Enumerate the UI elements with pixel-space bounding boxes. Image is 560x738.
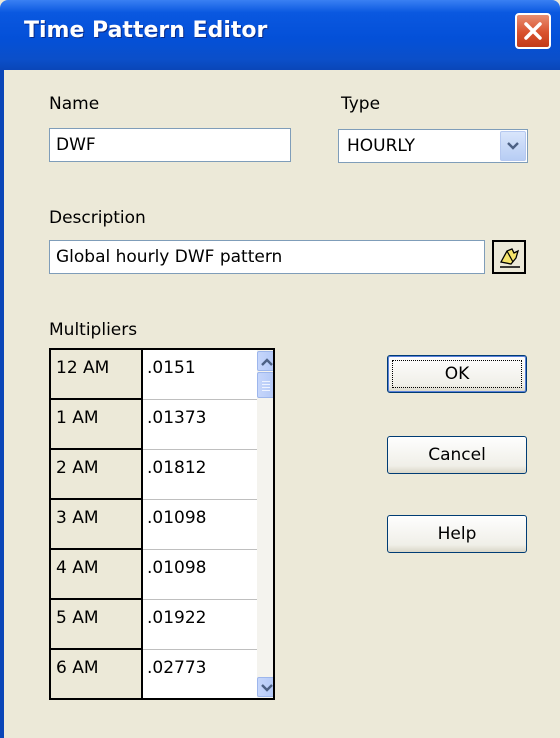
multiplier-cell[interactable]: .01098 <box>143 550 257 600</box>
ok-button[interactable]: OK <box>387 355 527 393</box>
scroll-up-button[interactable] <box>257 351 273 371</box>
window-title: Time Pattern Editor <box>24 18 268 43</box>
multiplier-cell[interactable]: .01922 <box>143 600 257 650</box>
close-button[interactable] <box>515 13 551 49</box>
chevron-down-icon <box>261 684 273 692</box>
focus-ring <box>392 360 522 388</box>
cancel-button-label: Cancel <box>428 445 486 465</box>
description-field[interactable]: Global hourly DWF pattern <box>49 240 485 274</box>
multipliers-label: Multipliers <box>49 320 138 340</box>
scroll-thumb[interactable] <box>257 372 273 398</box>
type-select-value: HOURLY <box>347 136 416 156</box>
multiplier-cell[interactable]: .01373 <box>143 400 257 450</box>
multiplier-cell[interactable]: .01812 <box>143 450 257 500</box>
title-bar[interactable]: Time Pattern Editor <box>0 0 560 70</box>
help-button[interactable]: Help <box>387 515 527 553</box>
multiplier-cell[interactable]: .01098 <box>143 500 257 550</box>
chevron-down-icon <box>507 142 519 150</box>
row-header: 5 AM <box>51 600 143 650</box>
row-header: 12 AM <box>51 350 143 400</box>
row-header: 1 AM <box>51 400 143 450</box>
table-row: 12 AM .0151 <box>51 350 257 400</box>
vertical-scrollbar[interactable] <box>257 350 273 698</box>
multiplier-cell[interactable]: .02773 <box>143 650 257 698</box>
name-label: Name <box>49 94 100 114</box>
edit-icon <box>500 248 520 268</box>
scroll-down-button[interactable] <box>257 677 273 697</box>
table-row: 6 AM .02773 <box>51 650 257 698</box>
multipliers-grid[interactable]: 12 AM .0151 1 AM .01373 2 AM .01812 3 AM… <box>49 348 275 700</box>
type-dropdown-button[interactable] <box>500 131 526 161</box>
description-label: Description <box>49 208 146 228</box>
row-header: 4 AM <box>51 550 143 600</box>
close-icon <box>524 22 542 40</box>
window-frame <box>0 70 4 738</box>
name-field[interactable]: DWF <box>49 128 291 162</box>
type-label: Type <box>341 94 381 114</box>
multiplier-cell[interactable]: .0151 <box>143 350 257 400</box>
type-select[interactable]: HOURLY <box>338 129 528 163</box>
table-row: 5 AM .01922 <box>51 600 257 650</box>
row-header: 3 AM <box>51 500 143 550</box>
edit-description-button[interactable] <box>492 240 526 274</box>
table-row: 3 AM .01098 <box>51 500 257 550</box>
help-button-label: Help <box>437 524 477 544</box>
table-row: 4 AM .01098 <box>51 550 257 600</box>
table-row: 1 AM .01373 <box>51 400 257 450</box>
chevron-up-icon <box>261 358 273 366</box>
cancel-button[interactable]: Cancel <box>387 436 527 474</box>
row-header: 6 AM <box>51 650 143 698</box>
row-header: 2 AM <box>51 450 143 500</box>
table-row: 2 AM .01812 <box>51 450 257 500</box>
